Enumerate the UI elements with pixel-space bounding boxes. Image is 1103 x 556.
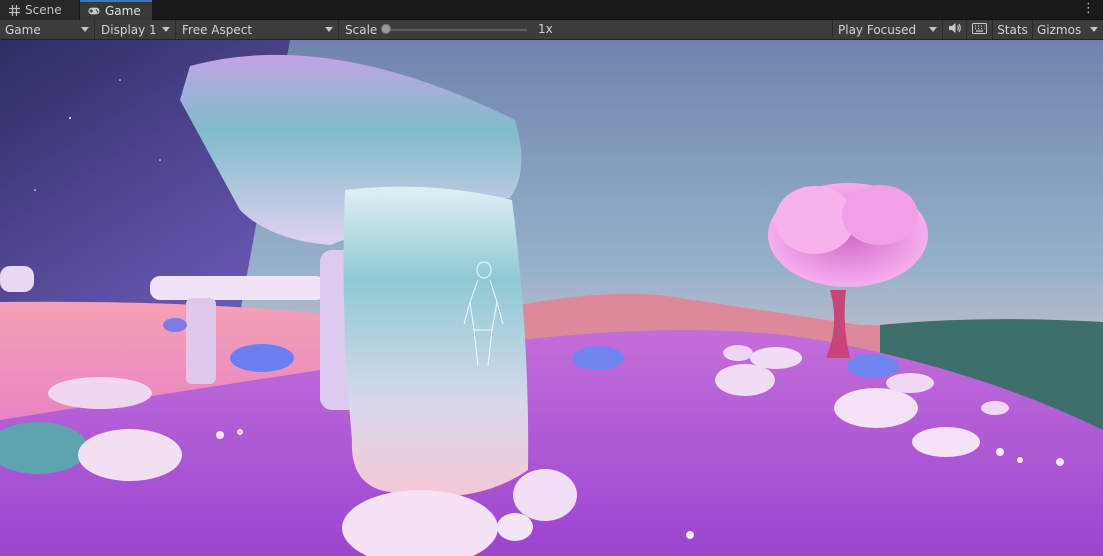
gamepad-icon: [88, 5, 100, 17]
game-viewport[interactable]: [0, 40, 1103, 556]
aspect-value: Free Aspect: [182, 22, 253, 37]
play-mode-dropdown[interactable]: Play Focused: [832, 20, 943, 39]
tab-scene[interactable]: Scene: [0, 0, 79, 20]
aspect-dropdown[interactable]: Free Aspect: [177, 20, 339, 39]
chevron-down-icon: [929, 27, 937, 32]
chevron-down-icon: [325, 27, 333, 32]
tab-game-label: Game: [105, 4, 141, 18]
scale-value: 1x: [538, 22, 553, 36]
chevron-down-icon: [81, 27, 89, 32]
tab-scene-label: Scene: [25, 3, 62, 17]
keyboard-shortcuts-button[interactable]: [967, 20, 993, 39]
chevron-down-icon: [1090, 27, 1098, 32]
scale-control: Scale 1x: [340, 20, 834, 39]
grid-icon: [8, 4, 20, 16]
speaker-icon: [948, 22, 962, 37]
stats-button[interactable]: Stats: [993, 20, 1033, 39]
gizmos-label: Gizmos: [1037, 22, 1082, 37]
game-scene-render: [0, 40, 1103, 556]
display-type-dropdown[interactable]: Game: [0, 20, 95, 39]
scale-slider-track[interactable]: [385, 29, 527, 31]
tab-game[interactable]: Game: [80, 0, 152, 20]
stats-label: Stats: [997, 22, 1028, 37]
scale-slider-handle[interactable]: [381, 24, 391, 34]
gizmos-dropdown[interactable]: Gizmos: [1033, 20, 1103, 39]
display-value: Display 1: [101, 22, 157, 37]
game-view-toolbar: Game Display 1 Free Aspect Scale 1x Play…: [0, 20, 1103, 40]
scale-label: Scale: [345, 22, 378, 37]
play-mode-value: Play Focused: [838, 22, 917, 37]
keyboard-icon: [972, 22, 987, 37]
more-options-icon[interactable]: ⋮: [1082, 2, 1095, 16]
display-type-value: Game: [5, 22, 41, 37]
editor-tab-bar: Scene Game ⋮: [0, 0, 1103, 20]
display-dropdown[interactable]: Display 1: [96, 20, 176, 39]
chevron-down-icon: [162, 27, 170, 32]
mute-audio-button[interactable]: [943, 20, 967, 39]
